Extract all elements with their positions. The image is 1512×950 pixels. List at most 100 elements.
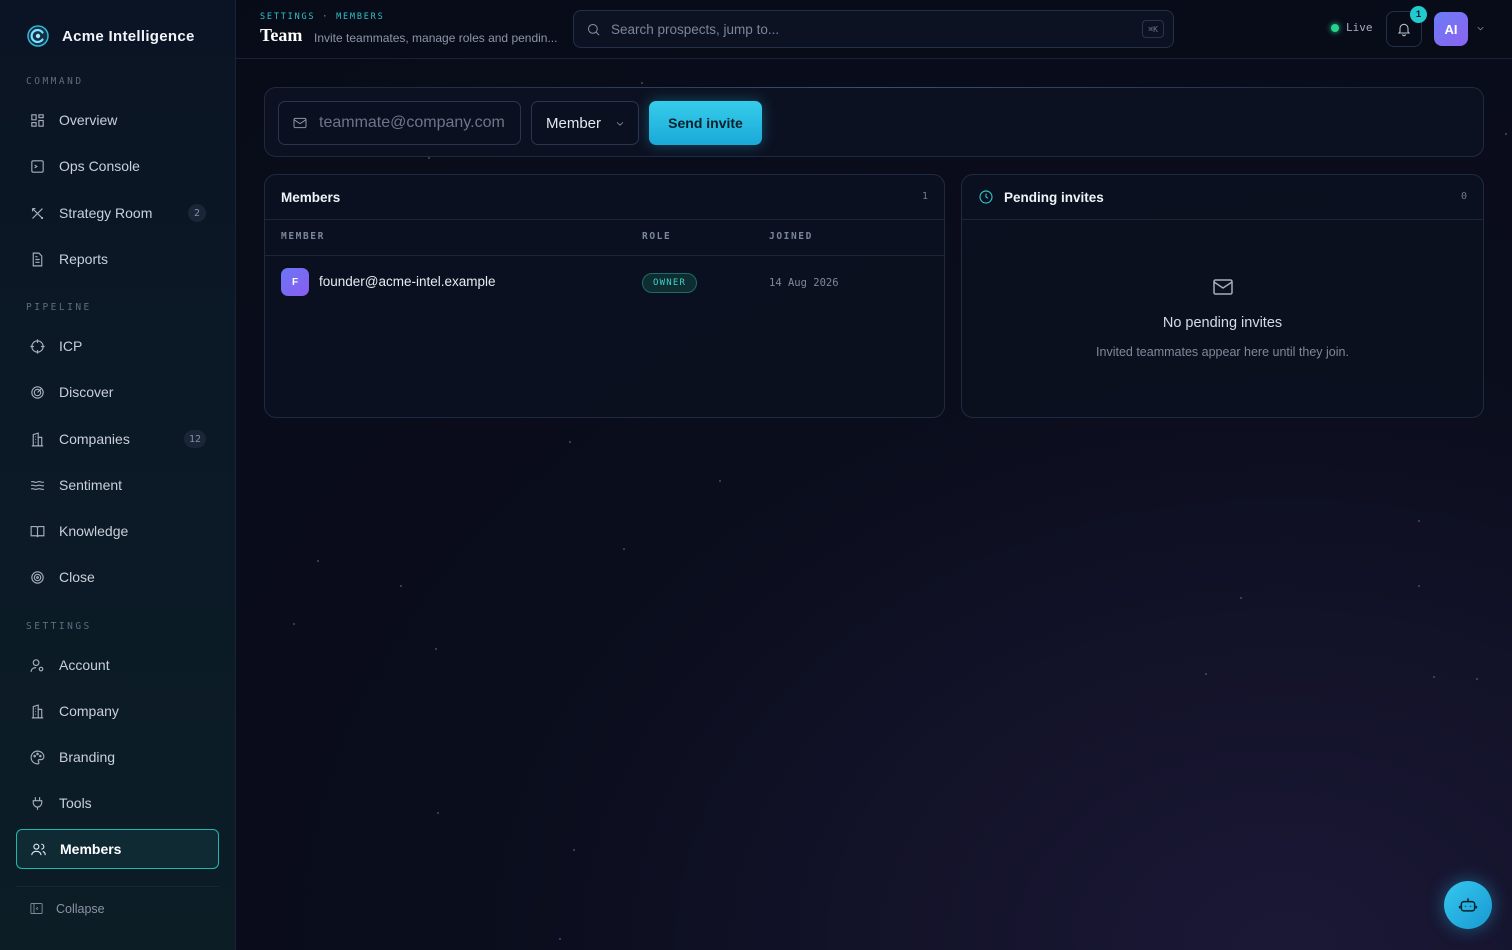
- bot-icon: [1458, 898, 1478, 912]
- grid-icon: [31, 113, 44, 127]
- sidebar-item-label: ICP: [59, 338, 83, 354]
- members-count: 1: [921, 191, 928, 202]
- sidebar-item-close[interactable]: Close: [16, 557, 219, 597]
- sidebar-item-label: Companies: [59, 431, 130, 447]
- global-search[interactable]: ⌘K: [573, 10, 1174, 48]
- invite-form: Member Send invite: [264, 87, 1484, 157]
- sidebar-item-label: Branding: [59, 749, 116, 765]
- collapse-sidebar-button[interactable]: Collapse: [16, 886, 219, 916]
- search-icon: [588, 23, 600, 35]
- send-invite-button[interactable]: Send invite: [649, 101, 762, 145]
- notifications-button[interactable]: 1: [1386, 6, 1427, 47]
- user-avatar-button[interactable]: AI: [1434, 12, 1468, 46]
- sidebar-item-label: Ops Console: [59, 158, 140, 174]
- page-title: Team: [260, 25, 303, 45]
- sidebar-item-branding[interactable]: Branding: [16, 737, 219, 777]
- live-indicator-dot: [1331, 23, 1339, 32]
- palette-icon: [30, 750, 45, 764]
- role-badge: OWNER: [642, 273, 698, 293]
- empty-state-subtitle: Invited teammates appear here until they…: [1096, 345, 1349, 359]
- sidebar-item-label: Tools: [59, 795, 92, 811]
- search-shortcut-hint: ⌘K: [1142, 20, 1164, 38]
- search-input[interactable]: [611, 21, 1111, 37]
- sidebar: Acme Intelligence COMMAND Overview Ops C…: [0, 0, 236, 950]
- live-label: Live: [1346, 21, 1373, 34]
- section-label-command: COMMAND: [26, 76, 84, 87]
- sidebar-item-sentiment[interactable]: Sentiment: [16, 465, 219, 505]
- section-label-pipeline: PIPELINE: [26, 302, 92, 313]
- column-header-member: MEMBER: [281, 231, 325, 242]
- joined-date: 14 Aug 2026: [769, 277, 839, 289]
- sidebar-item-company[interactable]: Company: [16, 691, 219, 731]
- column-header-role: ROLE: [642, 231, 672, 242]
- sidebar-item-tools[interactable]: Tools: [16, 783, 219, 823]
- sidebar-item-knowledge[interactable]: Knowledge: [16, 511, 219, 551]
- users-icon: [31, 843, 46, 855]
- mail-icon: [1213, 279, 1233, 295]
- live-status: Live: [1331, 21, 1373, 34]
- waves-icon: [30, 480, 45, 490]
- invite-email-input[interactable]: [319, 114, 509, 132]
- target-icon: [31, 570, 44, 584]
- sidebar-item-label: Overview: [59, 112, 118, 128]
- chevron-down-icon: [616, 122, 624, 126]
- radar-icon: [31, 385, 44, 399]
- mail-icon: [293, 117, 307, 129]
- chevron-down-icon[interactable]: [1475, 23, 1486, 34]
- plug-icon: [32, 796, 43, 810]
- sidebar-item-ops-console[interactable]: Ops Console: [16, 146, 219, 186]
- pending-invites-title: Pending invites: [1004, 189, 1104, 205]
- book-icon: [30, 525, 45, 537]
- file-icon: [32, 252, 43, 266]
- column-header-joined: JOINED: [769, 231, 813, 242]
- member-email: founder@acme-intel.example: [319, 274, 496, 289]
- building-icon: [31, 431, 44, 446]
- avatar: F: [281, 268, 309, 296]
- brand[interactable]: Acme Intelligence: [26, 24, 195, 48]
- sidebar-item-label: Sentiment: [59, 477, 123, 493]
- pending-invites-panel: Pending invites 0 No pending invites Inv…: [961, 174, 1484, 418]
- sidebar-item-account[interactable]: Account: [16, 645, 219, 685]
- pending-invites-header: Pending invites 0: [962, 175, 1483, 220]
- sidebar-item-label: Strategy Room: [59, 205, 153, 221]
- invite-email-field[interactable]: [278, 101, 521, 145]
- page-subtitle: Invite teammates, manage roles and pendi…: [314, 31, 558, 45]
- logo-icon: [27, 25, 49, 47]
- sidebar-item-overview[interactable]: Overview: [16, 100, 219, 140]
- crosshair-icon: [30, 338, 45, 354]
- collapse-label: Collapse: [56, 901, 105, 916]
- members-panel-header: Members 1: [265, 175, 944, 220]
- bell-icon: [1397, 23, 1411, 37]
- table-row[interactable]: F founder@acme-intel.example OWNER 14 Au…: [265, 256, 944, 308]
- count-badge: 12: [183, 430, 206, 448]
- brand-name: Acme Intelligence: [62, 27, 195, 45]
- sidebar-item-label: Discover: [59, 384, 114, 400]
- sidebar-item-strategy-room[interactable]: Strategy Room 2: [16, 193, 219, 233]
- empty-state-title: No pending invites: [1162, 315, 1283, 331]
- building-icon: [31, 703, 44, 718]
- count-badge: 2: [188, 204, 206, 222]
- sidebar-collapse-icon: [30, 903, 43, 914]
- sidebar-item-label: Company: [59, 703, 119, 719]
- tools-cross-icon: [31, 207, 44, 219]
- clock-icon: [979, 190, 993, 204]
- sidebar-item-reports[interactable]: Reports: [16, 239, 219, 279]
- sidebar-item-icp[interactable]: ICP: [16, 326, 219, 366]
- sidebar-item-discover[interactable]: Discover: [16, 372, 219, 412]
- sidebar-item-members[interactable]: Members: [16, 829, 219, 869]
- sidebar-item-label: Members: [60, 841, 122, 857]
- breadcrumb: SETTINGS · MEMBERS: [260, 12, 385, 22]
- pending-invites-count: 0: [1460, 191, 1467, 202]
- sidebar-item-label: Close: [59, 569, 95, 585]
- invite-role-select[interactable]: Member: [531, 101, 639, 145]
- notification-count-badge: 1: [1410, 6, 1427, 23]
- sidebar-item-companies[interactable]: Companies 12: [16, 419, 219, 459]
- user-cog-icon: [30, 658, 44, 672]
- sidebar-item-label: Account: [59, 657, 110, 673]
- members-panel: Members 1 MEMBER ROLE JOINED F founder@a…: [264, 174, 945, 418]
- top-bar: SETTINGS · MEMBERS Team Invite teammates…: [236, 0, 1512, 59]
- assistant-bot-button[interactable]: [1444, 881, 1492, 929]
- members-panel-title: Members: [281, 189, 341, 205]
- sidebar-item-label: Reports: [59, 251, 109, 267]
- section-label-settings: SETTINGS: [26, 621, 92, 632]
